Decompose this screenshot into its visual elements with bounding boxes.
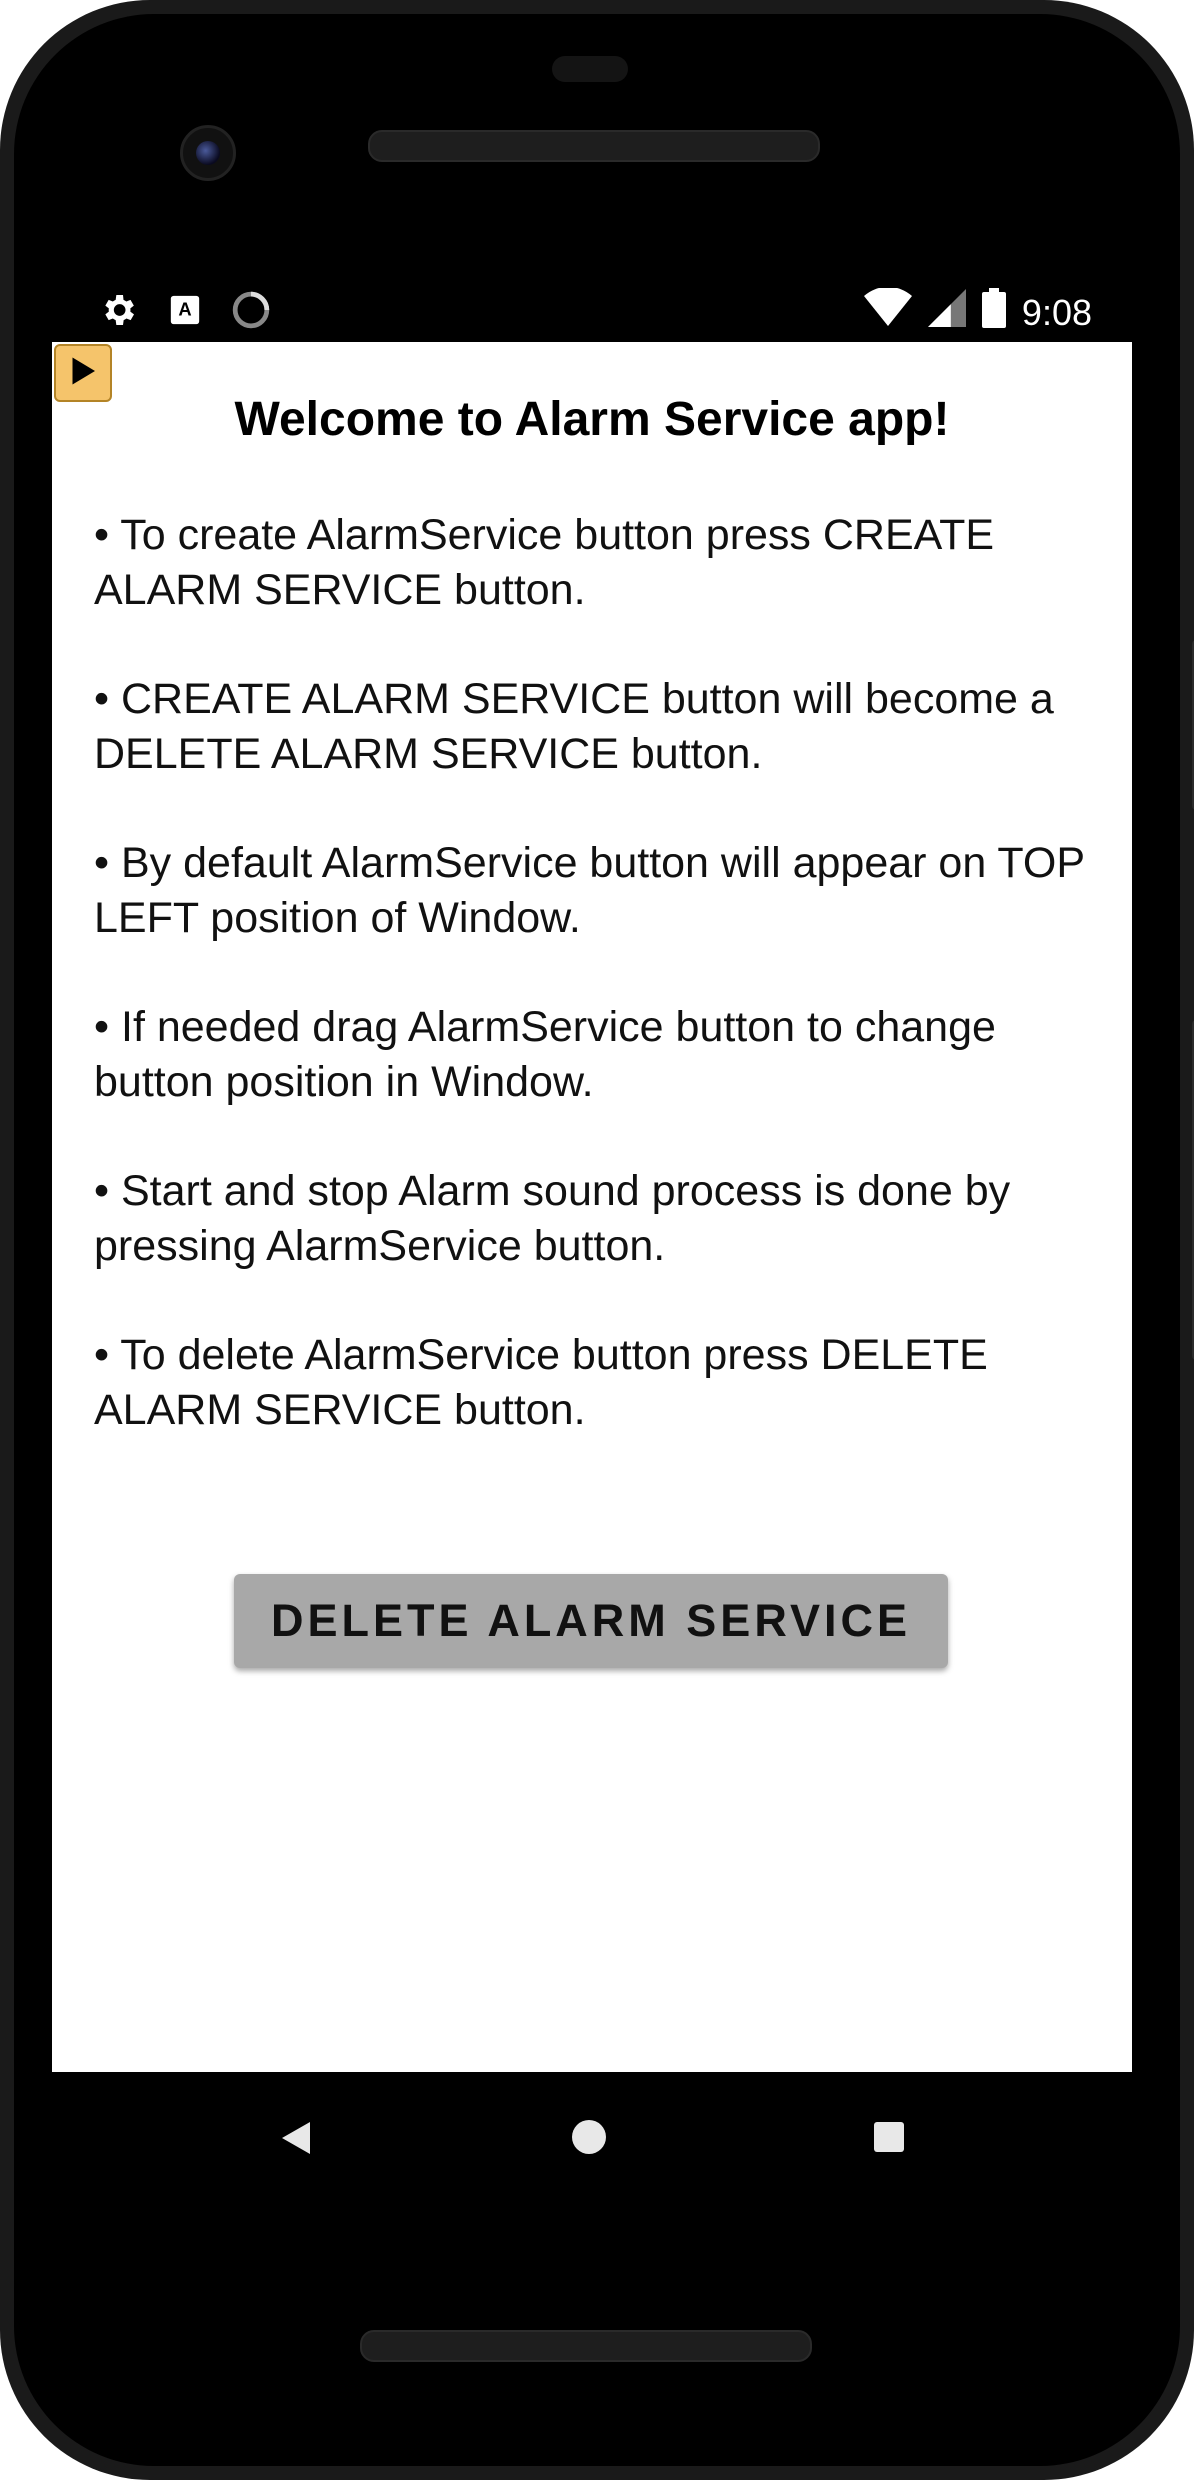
status-bar: A 9:08: [52, 280, 1134, 342]
instruction-item: • CREATE ALARM SERVICE button will becom…: [94, 675, 1054, 778]
wifi-icon: [863, 286, 912, 337]
navigation-bar: [52, 2072, 1132, 2202]
back-icon[interactable]: [280, 2120, 312, 2161]
svg-text:A: A: [178, 299, 191, 320]
instruction-item: • To delete AlarmService button press DE…: [94, 1331, 988, 1434]
instruction-item: • By default AlarmService button will ap…: [94, 839, 1085, 942]
text-a-icon: A: [168, 293, 202, 336]
gear-icon: [98, 290, 138, 339]
status-time: 9:08: [1021, 291, 1092, 333]
instruction-item: • Start and stop Alarm sound process is …: [94, 1167, 1011, 1270]
status-bar-left: A: [98, 290, 270, 339]
battery-icon: [981, 288, 1006, 337]
recents-icon[interactable]: [874, 2122, 904, 2152]
instructions-list: • To create AlarmService button press CR…: [94, 508, 1104, 1492]
bottom-speaker: [360, 2330, 812, 2362]
page-title: Welcome to Alarm Service app!: [234, 393, 950, 446]
top-sensor-slot: [552, 56, 628, 82]
signal-icon: [927, 289, 966, 336]
home-icon[interactable]: [572, 2120, 606, 2154]
status-bar-right: 9:08: [863, 286, 1092, 337]
front-camera: [180, 125, 236, 181]
device-frame: A 9:08 Welcome to Alarm Service app! • T…: [0, 0, 1194, 2480]
instruction-item: • To create AlarmService button press CR…: [94, 511, 995, 614]
loading-circle-icon: [232, 291, 270, 338]
app-screen: Welcome to Alarm Service app! • To creat…: [52, 342, 1132, 2072]
delete-alarm-service-button[interactable]: DELETE ALARM SERVICE: [234, 1574, 948, 1668]
earpiece-speaker: [368, 130, 820, 162]
instruction-item: • If needed drag AlarmService button to …: [94, 1003, 996, 1106]
play-icon: [68, 356, 98, 391]
